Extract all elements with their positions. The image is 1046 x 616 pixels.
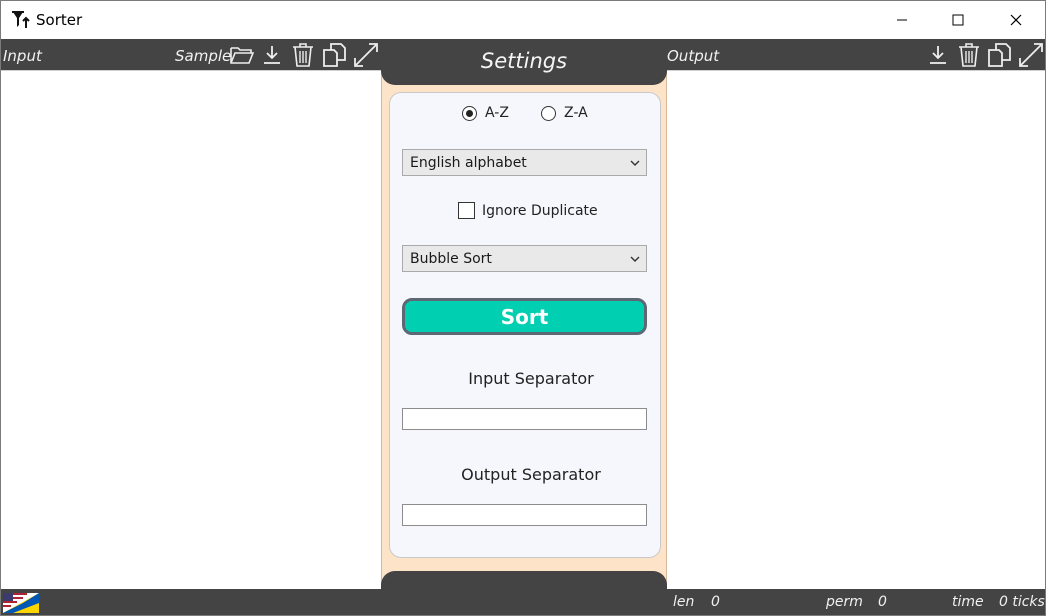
output-trash-icon[interactable] bbox=[955, 41, 983, 69]
settings-header: Settings bbox=[381, 39, 667, 85]
output-label: Output bbox=[667, 47, 720, 65]
checkbox-box[interactable] bbox=[458, 202, 475, 219]
settings-title: Settings bbox=[480, 49, 568, 73]
download-icon[interactable] bbox=[258, 41, 286, 69]
len-label: len bbox=[673, 594, 695, 610]
copy-icon[interactable] bbox=[321, 41, 349, 69]
perm-value: 0 bbox=[878, 594, 887, 610]
sample-link[interactable]: Sample bbox=[175, 47, 231, 65]
expand-icon[interactable] bbox=[352, 41, 380, 69]
len-value: 0 bbox=[711, 594, 720, 610]
input-separator-label: Input Separator bbox=[468, 369, 594, 388]
trash-icon[interactable] bbox=[289, 41, 317, 69]
folder-open-icon[interactable] bbox=[228, 41, 256, 69]
ignore-duplicate-label: Ignore Duplicate bbox=[482, 202, 598, 219]
sorter-window: Sorter Input Sample Output Settings A-Z … bbox=[0, 0, 1046, 616]
radio-a-z-indicator[interactable] bbox=[462, 105, 477, 121]
input-separator-field[interactable] bbox=[402, 408, 647, 430]
ignore-duplicate-checkbox[interactable]: Ignore Duplicate bbox=[458, 202, 598, 219]
close-button[interactable] bbox=[993, 1, 1039, 39]
algorithm-select-value: Bubble Sort bbox=[410, 250, 492, 267]
alphabet-select-value: English alphabet bbox=[410, 154, 527, 171]
time-value: 0 ticks bbox=[999, 594, 1045, 610]
alphabet-select[interactable]: English alphabet bbox=[402, 149, 647, 176]
chevron-down-icon bbox=[630, 156, 640, 172]
algorithm-select[interactable]: Bubble Sort bbox=[402, 245, 647, 272]
radio-z-a-indicator[interactable] bbox=[541, 105, 556, 121]
chevron-down-icon bbox=[630, 252, 640, 268]
sort-button[interactable]: Sort bbox=[402, 298, 647, 335]
us-ua-flag-icon[interactable] bbox=[3, 593, 39, 613]
input-textarea[interactable] bbox=[1, 71, 381, 589]
time-label: time bbox=[952, 594, 984, 610]
output-download-icon[interactable] bbox=[924, 41, 952, 69]
radio-a-z-label: A-Z bbox=[485, 105, 509, 121]
sorter-funnel-icon bbox=[11, 10, 31, 30]
perm-label: perm bbox=[826, 594, 863, 610]
minimize-button[interactable] bbox=[879, 1, 925, 39]
maximize-button[interactable] bbox=[935, 1, 981, 39]
title-bar[interactable]: Sorter bbox=[1, 1, 1045, 39]
output-textarea[interactable] bbox=[667, 71, 1045, 589]
output-separator-label: Output Separator bbox=[461, 465, 601, 484]
radio-a-z[interactable]: A-Z bbox=[462, 105, 509, 121]
input-label: Input bbox=[3, 47, 42, 65]
output-separator-field[interactable] bbox=[402, 504, 647, 526]
radio-z-a[interactable]: Z-A bbox=[541, 105, 588, 121]
settings-footer bbox=[381, 571, 667, 615]
output-expand-icon[interactable] bbox=[1017, 41, 1045, 69]
output-copy-icon[interactable] bbox=[986, 41, 1014, 69]
window-title: Sorter bbox=[36, 11, 83, 29]
radio-z-a-label: Z-A bbox=[564, 105, 588, 121]
